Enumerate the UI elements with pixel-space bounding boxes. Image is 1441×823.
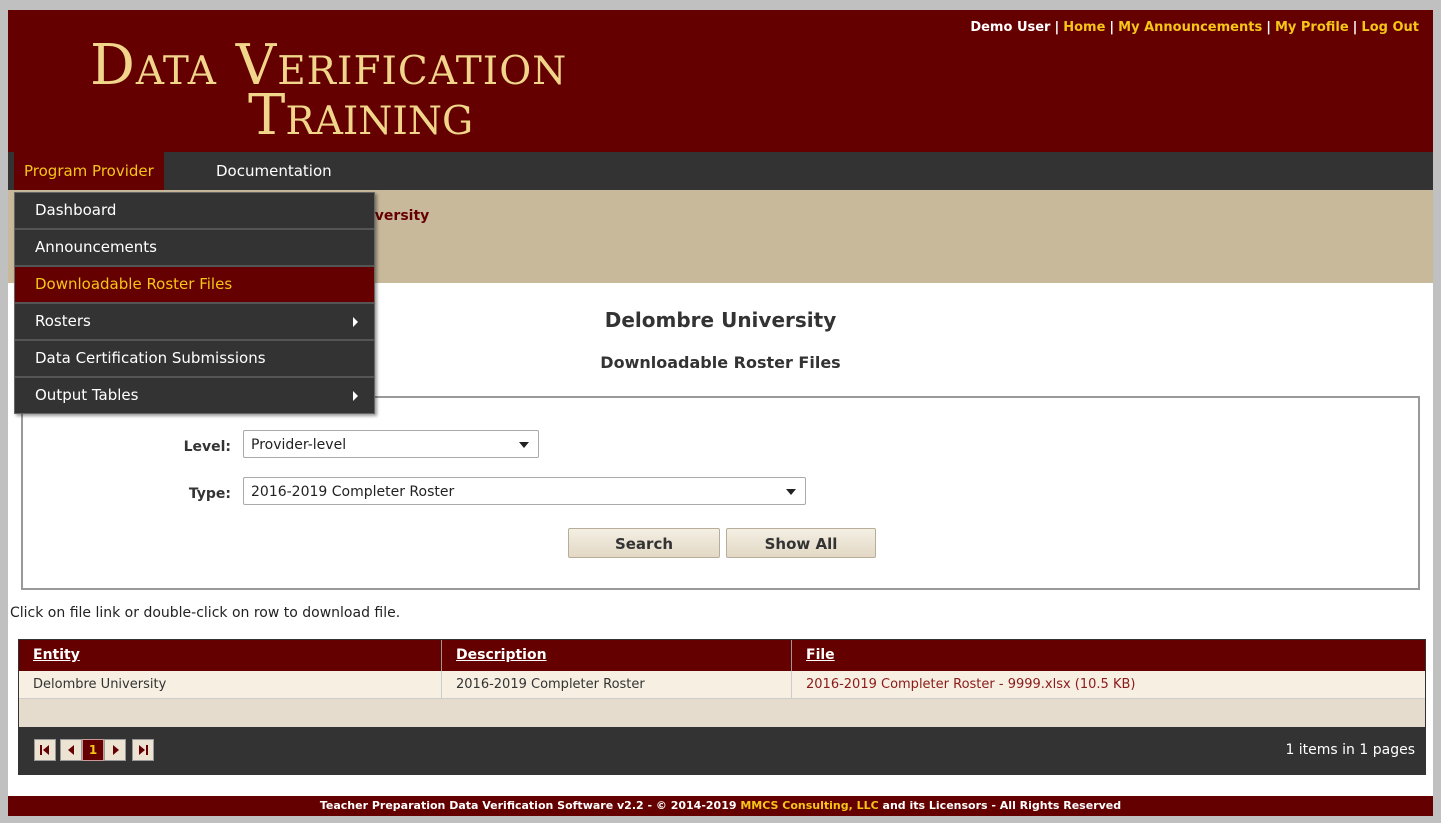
separator: | (1054, 20, 1060, 35)
next-page-button[interactable] (104, 739, 126, 761)
footer-text: Teacher Preparation Data Verification So… (319, 799, 741, 812)
chevron-down-icon (519, 442, 529, 448)
chevron-right-icon (113, 745, 119, 755)
last-page-icon (139, 745, 145, 755)
type-select[interactable]: 2016-2019 Completer Roster (243, 477, 806, 505)
file-link[interactable]: 2016-2019 Completer Roster - 9999.xlsx (… (791, 671, 1425, 698)
download-hint: Click on file link or double-click on ro… (10, 605, 401, 621)
menu-item-announcements[interactable]: Announcements (15, 230, 374, 267)
level-label: Level: (183, 439, 231, 455)
column-description[interactable]: Description (441, 640, 791, 671)
chevron-right-icon (353, 317, 358, 327)
separator: | (1266, 20, 1271, 35)
menu-program-provider[interactable]: Program Provider (14, 152, 164, 190)
search-button[interactable]: Search (568, 528, 720, 558)
chevron-down-icon (786, 489, 796, 495)
chevron-right-icon (353, 391, 358, 401)
type-value: 2016-2019 Completer Roster (251, 484, 455, 500)
show-all-button[interactable]: Show All (726, 528, 876, 558)
top-links: Demo User | Home | My Announcements | My Profi… (970, 20, 1419, 35)
first-page-icon (43, 745, 49, 755)
log-out-link[interactable]: Log Out (1361, 20, 1419, 35)
last-page-button[interactable] (132, 739, 154, 761)
menu-item-downloadable-roster-files[interactable]: Downloadable Roster Files (15, 267, 374, 304)
level-value: Provider-level (251, 437, 347, 453)
column-file[interactable]: File (791, 640, 1425, 671)
menu-item-label: Rosters (35, 312, 91, 330)
cell-entity: Delombre University (33, 677, 167, 692)
filter-panel: Level: Provider-level Type: 2016-2019 Co… (21, 396, 1420, 590)
home-link[interactable]: Home (1063, 20, 1105, 35)
program-provider-dropdown: Dashboard Announcements Downloadable Ros… (14, 192, 375, 414)
first-page-button[interactable] (34, 739, 56, 761)
user-name: Demo User (970, 20, 1051, 35)
menu-item-label: Output Tables (35, 386, 139, 404)
menu-item-rosters[interactable]: Rosters (15, 304, 374, 341)
footer-text-end: and its Licensors - All Rights Reserved (878, 799, 1122, 812)
chevron-left-icon (68, 745, 74, 755)
last-page-icon (146, 745, 148, 755)
pager: 1 1 items in 1 pages (19, 727, 1425, 774)
logo: Data Verification Training (90, 38, 567, 144)
my-announcements-link[interactable]: My Announcements (1118, 20, 1262, 35)
menu-documentation[interactable]: Documentation (206, 152, 342, 190)
first-page-icon (40, 745, 42, 755)
page-info: 1 items in 1 pages (1285, 742, 1415, 758)
header: Data Verification Training Demo User | Hom… (8, 10, 1433, 152)
type-label: Type: (188, 486, 231, 502)
separator: | (1109, 20, 1115, 35)
page-1-button[interactable]: 1 (82, 739, 104, 761)
grid-header: Entity Description File (19, 640, 1425, 671)
roster-files-grid: Entity Description File Delombre Univers… (18, 639, 1426, 775)
footer: Teacher Preparation Data Verification So… (8, 796, 1433, 816)
menu-item-output-tables[interactable]: Output Tables (15, 378, 374, 413)
grid-empty-area (19, 699, 1425, 727)
menu-item-data-certification-submissions[interactable]: Data Certification Submissions (15, 341, 374, 378)
cell-description: 2016-2019 Completer Roster (441, 671, 791, 698)
column-entity[interactable]: Entity (19, 640, 441, 671)
breadcrumb: iversity (370, 208, 430, 224)
level-select[interactable]: Provider-level (243, 430, 539, 458)
separator: | (1352, 20, 1358, 35)
app-frame: Data Verification Training Demo User | Hom… (8, 10, 1433, 816)
prev-page-button[interactable] (60, 739, 82, 761)
menu-item-dashboard[interactable]: Dashboard (15, 193, 374, 230)
company-link[interactable]: MMCS Consulting, LLC (740, 799, 878, 812)
my-profile-link[interactable]: My Profile (1275, 20, 1349, 35)
table-row[interactable]: Delombre University 2016-2019 Completer … (19, 671, 1425, 699)
main-menu: Program Provider Documentation (8, 152, 1433, 190)
